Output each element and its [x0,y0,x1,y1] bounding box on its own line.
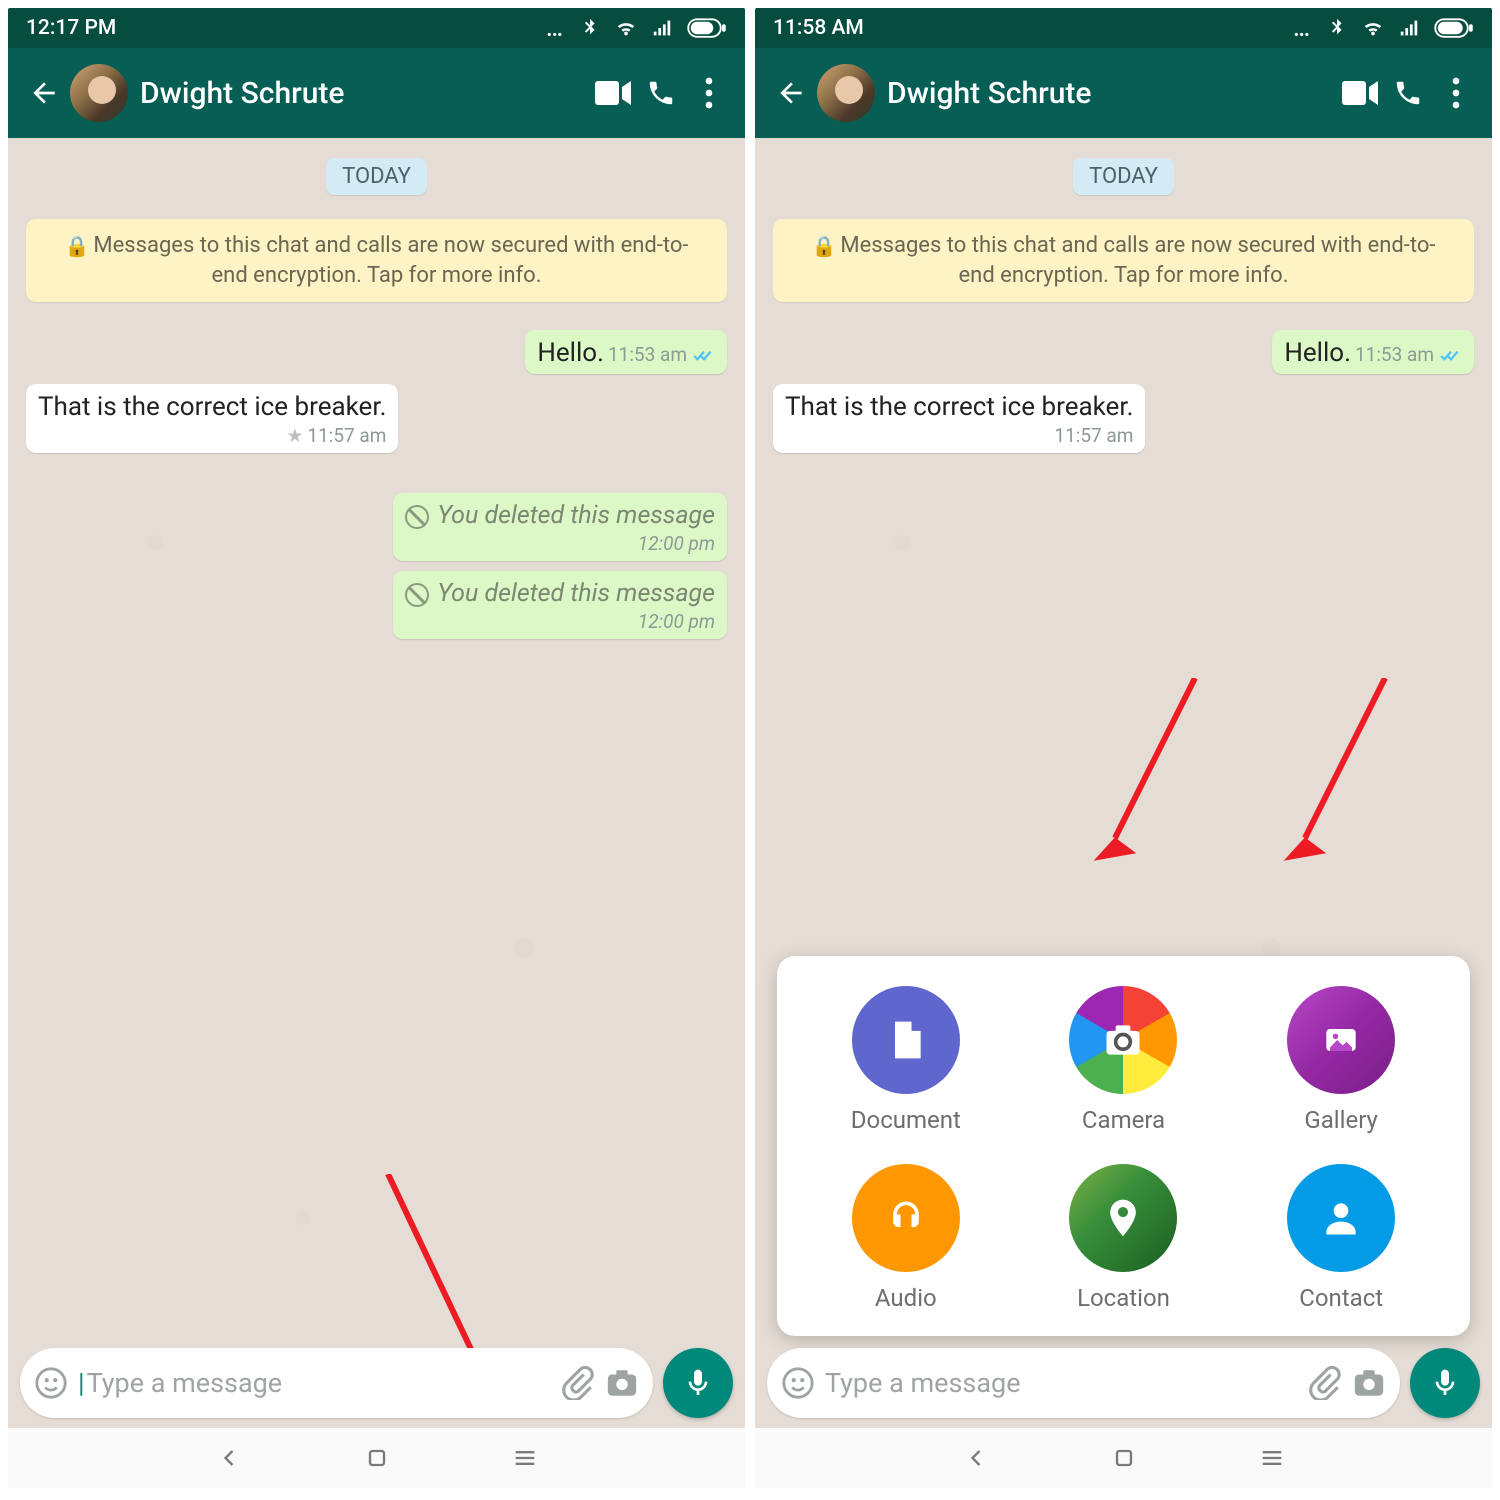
phone-right: 11:58 AM … Dwight Schrute TODAY 🔒Message… [755,8,1492,1488]
message-out[interactable]: Hello. 11:53 am [525,330,727,374]
chat-header: Dwight Schrute [8,48,745,138]
ban-icon [405,505,429,529]
battery-icon [687,17,727,39]
star-icon: ★ [286,424,303,447]
ban-icon [405,583,429,607]
message-in[interactable]: That is the correct ice breaker. ★11:57 … [26,384,398,453]
emoji-icon[interactable] [34,1366,68,1400]
lock-icon: 🔒 [64,233,89,260]
message-input[interactable]: Type a message [20,1348,653,1418]
chat-header: Dwight Schrute [755,48,1492,138]
message-meta: 11:53 am [1355,343,1462,366]
bluetooth-icon [579,17,601,39]
battery-icon [1434,17,1474,39]
video-call-button[interactable] [589,69,637,117]
date-chip: TODAY [326,158,427,195]
signal-icon [1398,17,1420,39]
message-out[interactable]: Hello. 11:53 am [1272,330,1474,374]
deleted-text: You deleted this message [405,501,715,530]
document-icon [852,986,960,1094]
message-text: That is the correct ice breaker. [38,392,386,422]
mic-button[interactable] [663,1348,733,1418]
android-nav-bar [8,1428,745,1488]
date-chip: TODAY [1073,158,1174,195]
location-icon [1069,1164,1177,1272]
bluetooth-icon [1326,17,1348,39]
camera-icon[interactable] [605,1366,639,1400]
nav-recents-icon[interactable] [511,1444,539,1472]
nav-home-icon[interactable] [1110,1444,1138,1472]
voice-call-button[interactable] [637,69,685,117]
message-in[interactable]: That is the correct ice breaker. 11:57 a… [773,384,1145,453]
attachment-panel: Document Camera Gallery Audio Location C… [777,956,1470,1336]
audio-icon [852,1164,960,1272]
avatar[interactable] [817,64,875,122]
back-button[interactable] [20,69,68,117]
menu-button[interactable] [1432,69,1480,117]
attach-contact[interactable]: Contact [1232,1164,1450,1312]
lock-icon: 🔒 [811,233,836,260]
status-time: 12:17 PM [26,16,116,40]
message-deleted[interactable]: You deleted this message 12:00 pm [393,493,727,561]
attach-document[interactable]: Document [797,986,1015,1134]
contact-name[interactable]: Dwight Schrute [887,76,1336,111]
nav-back-icon[interactable] [962,1444,990,1472]
wifi-icon [615,17,637,39]
status-icons: … [1293,14,1474,42]
signal-icon [651,17,673,39]
phone-left: 12:17 PM … Dwight Schrute TODAY 🔒Message… [8,8,745,1488]
message-meta: 12:00 pm [405,610,715,633]
contact-name[interactable]: Dwight Schrute [140,76,589,111]
attach-location[interactable]: Location [1015,1164,1233,1312]
annotation-arrow [1275,678,1395,882]
attach-gallery[interactable]: Gallery [1232,986,1450,1134]
avatar[interactable] [70,64,128,122]
nav-back-icon[interactable] [215,1444,243,1472]
input-row: Type a message [767,1348,1480,1418]
mic-button[interactable] [1410,1348,1480,1418]
chat-area[interactable]: TODAY 🔒Messages to this chat and calls a… [755,138,1492,1488]
message-text: That is the correct ice breaker. [785,392,1133,422]
message-meta: 11:57 am [785,424,1133,447]
camera-icon[interactable] [1352,1366,1386,1400]
encryption-banner[interactable]: 🔒Messages to this chat and calls are now… [773,219,1474,302]
message-text: Hello. [1284,338,1351,368]
status-bar: 11:58 AM … [755,8,1492,48]
input-row: Type a message [20,1348,733,1418]
message-deleted[interactable]: You deleted this message 12:00 pm [393,571,727,639]
nav-recents-icon[interactable] [1258,1444,1286,1472]
video-call-button[interactable] [1336,69,1384,117]
chat-area[interactable]: TODAY 🔒Messages to this chat and calls a… [8,138,745,1488]
message-meta: ★11:57 am [38,424,386,447]
nav-home-icon[interactable] [363,1444,391,1472]
android-nav-bar [755,1428,1492,1488]
encryption-banner[interactable]: 🔒Messages to this chat and calls are now… [26,219,727,302]
attachment-icon[interactable] [561,1366,595,1400]
emoji-icon[interactable] [781,1366,815,1400]
contact-icon [1287,1164,1395,1272]
message-meta: 12:00 pm [405,532,715,555]
input-placeholder: Type a message [825,1367,1298,1399]
message-text: Hello. [537,338,604,368]
menu-button[interactable] [685,69,733,117]
annotation-arrow [1085,678,1205,882]
message-input[interactable]: Type a message [767,1348,1400,1418]
camera-icon [1069,986,1177,1094]
back-button[interactable] [767,69,815,117]
gallery-icon [1287,986,1395,1094]
status-time: 11:58 AM [773,16,864,40]
read-ticks-icon [1440,343,1462,366]
status-bar: 12:17 PM … [8,8,745,48]
status-icons: … [546,14,727,42]
input-placeholder: Type a message [78,1367,551,1399]
read-ticks-icon [693,343,715,366]
voice-call-button[interactable] [1384,69,1432,117]
attachment-icon[interactable] [1308,1366,1342,1400]
deleted-text: You deleted this message [405,579,715,608]
attach-audio[interactable]: Audio [797,1164,1015,1312]
attach-camera[interactable]: Camera [1015,986,1233,1134]
wifi-icon [1362,17,1384,39]
message-meta: 11:53 am [608,343,715,366]
